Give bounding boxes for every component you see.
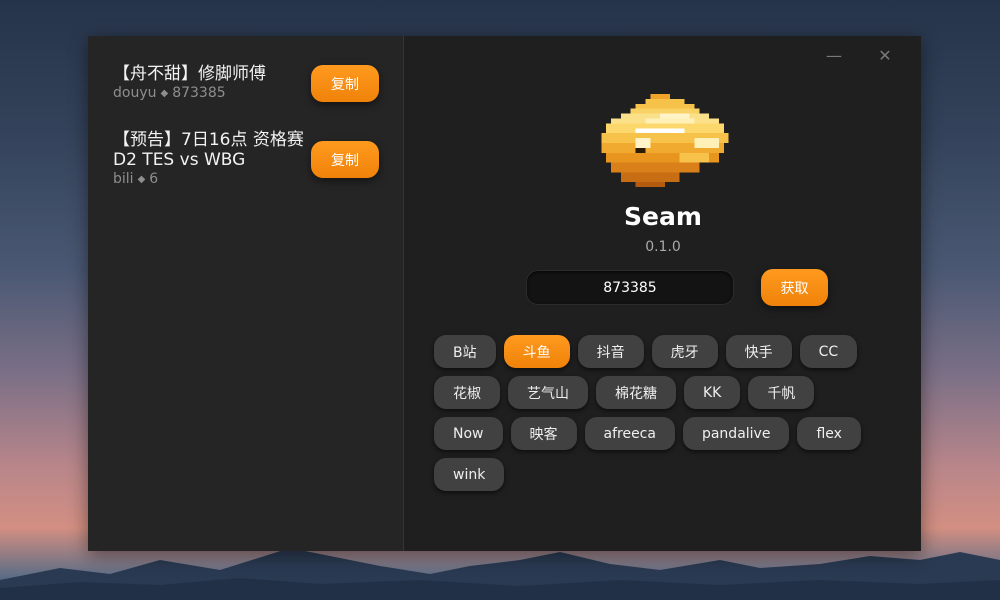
platform-chip[interactable]: 快手 xyxy=(725,335,792,368)
history-platform: bili xyxy=(113,171,134,187)
copy-button[interactable]: 复制 xyxy=(311,141,379,178)
fetch-button[interactable]: 获取 xyxy=(761,269,828,306)
history-room: 873385 xyxy=(172,85,226,101)
platform-chip-selected[interactable]: 斗鱼 xyxy=(503,335,570,368)
close-icon[interactable]: ✕ xyxy=(873,46,897,65)
gold-ingot-logo xyxy=(601,94,729,188)
history-room: 6 xyxy=(149,171,159,187)
platform-chip[interactable]: Now xyxy=(434,417,503,450)
platform-chip[interactable]: 虎牙 xyxy=(651,335,718,368)
history-title: 【预告】7日16点 资格赛 D2 TES vs WBG xyxy=(113,130,304,170)
platform-chip[interactable]: pandalive xyxy=(682,417,790,450)
app-name: Seam xyxy=(624,202,702,231)
platform-chip[interactable]: CC xyxy=(799,335,858,368)
platform-chip[interactable]: flex xyxy=(797,417,861,450)
diamond-separator-icon: ◆ xyxy=(160,88,169,99)
diamond-separator-icon: ◆ xyxy=(137,174,146,185)
platform-chip[interactable]: wink xyxy=(434,458,505,491)
platform-chip[interactable]: KK xyxy=(684,376,741,409)
platform-chip[interactable]: 千帆 xyxy=(748,376,815,409)
platform-list: B站 斗鱼 抖音 虎牙 快手 CC 花椒 艺气山 棉花糖 KK 千帆 Now 映… xyxy=(434,335,884,491)
app-version: 0.1.0 xyxy=(645,239,681,255)
main-panel: — ✕ Seam 0.1.0 获取 xyxy=(405,36,921,551)
history-title: 【舟不甜】修脚师傅 xyxy=(113,64,266,84)
app-window: 【舟不甜】修脚师傅 douyu ◆ 873385 复制 【预告】7日16点 资格赛 … xyxy=(88,36,921,551)
copy-button[interactable]: 复制 xyxy=(311,65,379,102)
platform-chip[interactable]: 棉花糖 xyxy=(596,376,676,409)
history-panel: 【舟不甜】修脚师傅 douyu ◆ 873385 复制 【预告】7日16点 资格赛 … xyxy=(88,36,404,551)
minimize-icon[interactable]: — xyxy=(822,46,846,65)
history-platform: douyu xyxy=(113,85,157,101)
platform-chip[interactable]: 艺气山 xyxy=(508,376,588,409)
platform-chip[interactable]: 花椒 xyxy=(434,376,500,409)
room-id-input[interactable] xyxy=(526,270,734,305)
platform-chip[interactable]: afreeca xyxy=(584,417,675,450)
platform-chip[interactable]: 映客 xyxy=(510,417,577,450)
platform-chip[interactable]: B站 xyxy=(434,335,496,368)
platform-chip[interactable]: 抖音 xyxy=(577,335,644,368)
